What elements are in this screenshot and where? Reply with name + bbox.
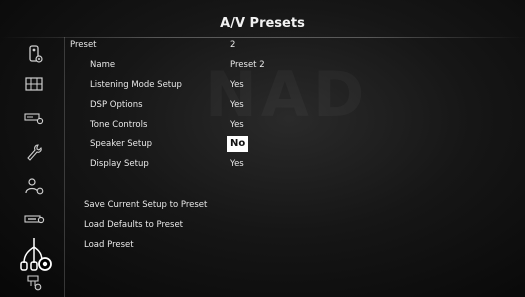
preset-value[interactable]: 2: [230, 36, 235, 54]
field-value[interactable]: Yes: [230, 76, 244, 94]
field-value[interactable]: Preset 2: [230, 56, 265, 74]
field-listening-mode-row[interactable]: Listening Mode Setup Yes: [70, 76, 510, 94]
source-settings-icon[interactable]: [20, 271, 48, 293]
field-value[interactable]: Yes: [230, 116, 244, 134]
load-defaults-button[interactable]: Load Defaults to Preset: [84, 217, 183, 233]
speaker-grid-icon[interactable]: [20, 73, 48, 95]
field-label: Speaker Setup: [90, 139, 153, 149]
field-label: Listening Mode Setup: [90, 80, 182, 90]
field-label: Tone Controls: [90, 120, 148, 130]
load-preset-button[interactable]: Load Preset: [84, 237, 134, 253]
amplifier-settings-icon[interactable]: [20, 106, 48, 128]
av-cables-settings-icon[interactable]: [12, 234, 56, 274]
remote-icon[interactable]: [20, 43, 48, 65]
field-label: Name: [90, 60, 116, 70]
av-presets-screen: NAD A/V Presets Preset 2 Name Preset 2 L…: [0, 0, 525, 297]
field-speaker-setup-row[interactable]: Speaker Setup No: [70, 135, 510, 153]
preset-row[interactable]: Preset 2: [70, 36, 510, 54]
field-value[interactable]: Yes: [230, 96, 244, 114]
sidebar-divider: [64, 37, 65, 297]
user-settings-icon[interactable]: [20, 175, 48, 197]
preset-label: Preset: [70, 40, 97, 50]
wrench-icon[interactable]: [20, 141, 48, 163]
selected-value-cursor[interactable]: No: [227, 136, 249, 152]
field-label: DSP Options: [90, 100, 143, 110]
device-settings-icon[interactable]: [20, 208, 48, 230]
field-value[interactable]: Yes: [230, 155, 244, 173]
field-dsp-options-row[interactable]: DSP Options Yes: [70, 96, 510, 114]
save-current-setup-button[interactable]: Save Current Setup to Preset: [84, 197, 207, 213]
field-display-setup-row[interactable]: Display Setup Yes: [70, 155, 510, 173]
field-name-row[interactable]: Name Preset 2: [70, 56, 510, 74]
field-tone-controls-row[interactable]: Tone Controls Yes: [70, 116, 510, 134]
page-title: A/V Presets: [220, 16, 305, 31]
field-label: Display Setup: [90, 159, 149, 169]
